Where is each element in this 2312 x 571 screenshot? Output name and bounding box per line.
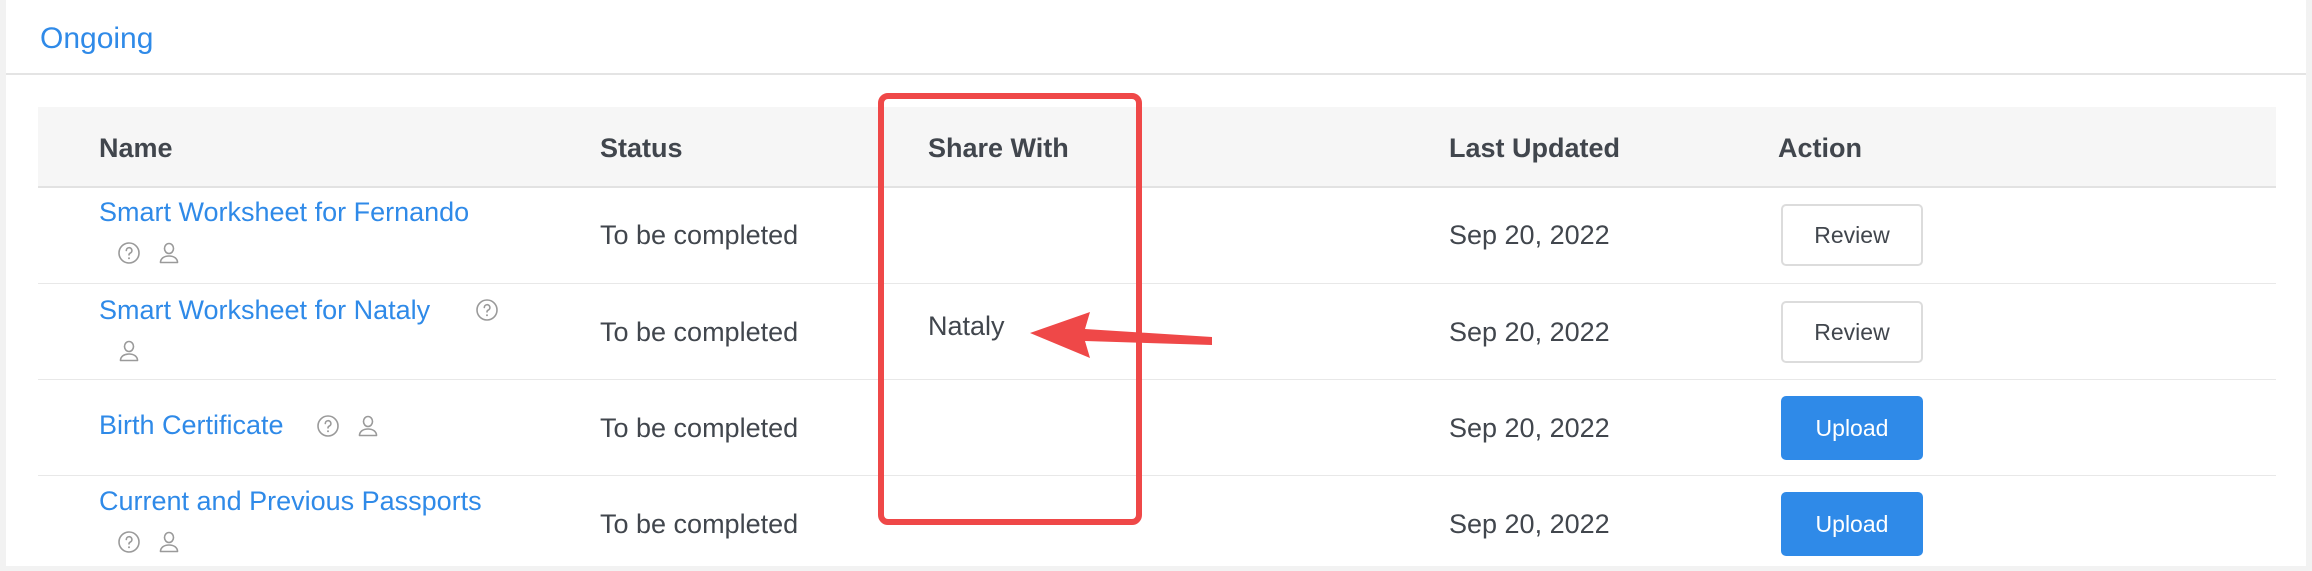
status-text: To be completed [600,220,799,250]
table-row: Smart Worksheet for Fernando To be compl… [38,188,2276,284]
upload-button[interactable]: Upload [1781,492,1923,556]
document-link[interactable]: Smart Worksheet for Nataly [99,295,430,326]
last-updated-text: Sep 20, 2022 [1449,220,1610,250]
status-text: To be completed [600,413,799,443]
document-link[interactable]: Smart Worksheet for Fernando [99,197,469,228]
section-title: Ongoing [40,22,154,55]
last-updated-text: Sep 20, 2022 [1449,509,1610,539]
person-icon[interactable] [157,241,181,265]
share-with-text: Nataly [928,311,1005,341]
status-text: To be completed [600,317,799,347]
upload-button[interactable]: Upload [1781,396,1923,460]
last-updated-text: Sep 20, 2022 [1449,413,1610,443]
document-link[interactable]: Current and Previous Passports [99,486,482,517]
document-link[interactable]: Birth Certificate [99,410,284,441]
review-button[interactable]: Review [1781,301,1923,363]
help-circle-icon[interactable] [117,530,141,554]
person-icon[interactable] [117,339,141,363]
help-circle-icon[interactable] [316,414,340,438]
column-header-action: Action [1778,133,1862,163]
table-row: Birth Certificate To be completed Sep 20… [38,380,2276,476]
review-button[interactable]: Review [1781,204,1923,266]
last-updated-text: Sep 20, 2022 [1449,317,1610,347]
table-row: Current and Previous Passports To be com… [38,476,2276,571]
table-row: Smart Worksheet for Nataly To be complet… [38,284,2276,380]
divider [6,73,2306,75]
documents-table: Name Status Share With Last Updated Acti… [38,107,2276,571]
help-circle-icon[interactable] [475,298,499,322]
ongoing-panel: Ongoing Name Status Share With Last Upda… [6,0,2306,566]
column-header-name: Name [99,133,173,163]
column-header-last-updated: Last Updated [1449,133,1621,163]
status-text: To be completed [600,509,799,539]
help-circle-icon[interactable] [117,241,141,265]
column-header-status: Status [600,133,683,163]
person-icon[interactable] [356,414,380,438]
column-header-share-with: Share With [928,133,1069,163]
person-icon[interactable] [157,530,181,554]
table-header: Name Status Share With Last Updated Acti… [38,107,2276,188]
